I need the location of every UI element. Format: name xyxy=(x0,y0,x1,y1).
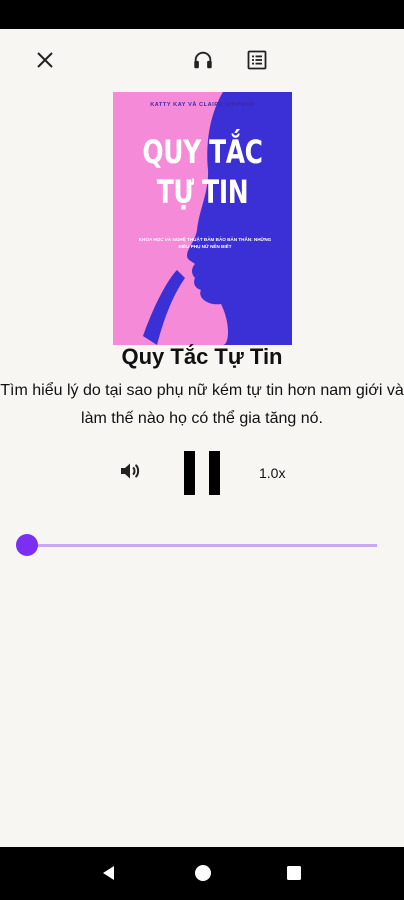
headphones-icon xyxy=(194,51,212,69)
pause-icon xyxy=(184,451,195,495)
recents-square-icon xyxy=(287,866,301,880)
cover-subtitle: KHOA HỌC VÀ NGHỆ THUẬT ĐẢM BẢO BẢN THÂN:… xyxy=(138,237,272,249)
status-bar xyxy=(0,0,404,29)
close-icon xyxy=(37,52,53,68)
headphones-button[interactable] xyxy=(189,46,217,74)
back-triangle-icon xyxy=(103,866,114,880)
pause-icon-bar xyxy=(209,451,220,495)
audio-player-screen: KATTY KAY VÀ CLAIRE SHIPMAN QUY TẮC TỰ T… xyxy=(0,29,404,847)
list-icon xyxy=(247,50,267,70)
playback-speed-button[interactable]: 1.0x xyxy=(259,465,285,481)
system-nav-bar xyxy=(0,847,404,900)
close-button[interactable] xyxy=(31,46,59,74)
book-cover: KATTY KAY VÀ CLAIRE SHIPMAN QUY TẮC TỰ T… xyxy=(113,92,292,345)
top-bar xyxy=(0,29,404,89)
home-circle-icon xyxy=(195,865,211,881)
volume-button[interactable] xyxy=(116,457,144,485)
progress-track[interactable] xyxy=(27,544,377,547)
volume-icon xyxy=(121,463,140,479)
nav-recents-button[interactable] xyxy=(282,861,306,885)
playback-controls: 1.0x xyxy=(0,449,404,499)
cover-title: QUY TẮC TỰ TIN xyxy=(142,133,263,211)
chapters-button[interactable] xyxy=(243,46,271,74)
book-title: Quy Tắc Tự Tin xyxy=(121,344,283,369)
nav-back-button[interactable] xyxy=(97,861,121,885)
pause-button[interactable] xyxy=(182,451,222,495)
progress-thumb[interactable] xyxy=(16,534,38,556)
head-silhouette xyxy=(143,92,292,345)
cover-author: KATTY KAY VÀ CLAIRE SHIPMAN xyxy=(150,102,255,108)
nav-home-button[interactable] xyxy=(191,861,215,885)
book-description: Tìm hiểu lý do tại sao phụ nữ kém tự tin… xyxy=(0,382,404,427)
